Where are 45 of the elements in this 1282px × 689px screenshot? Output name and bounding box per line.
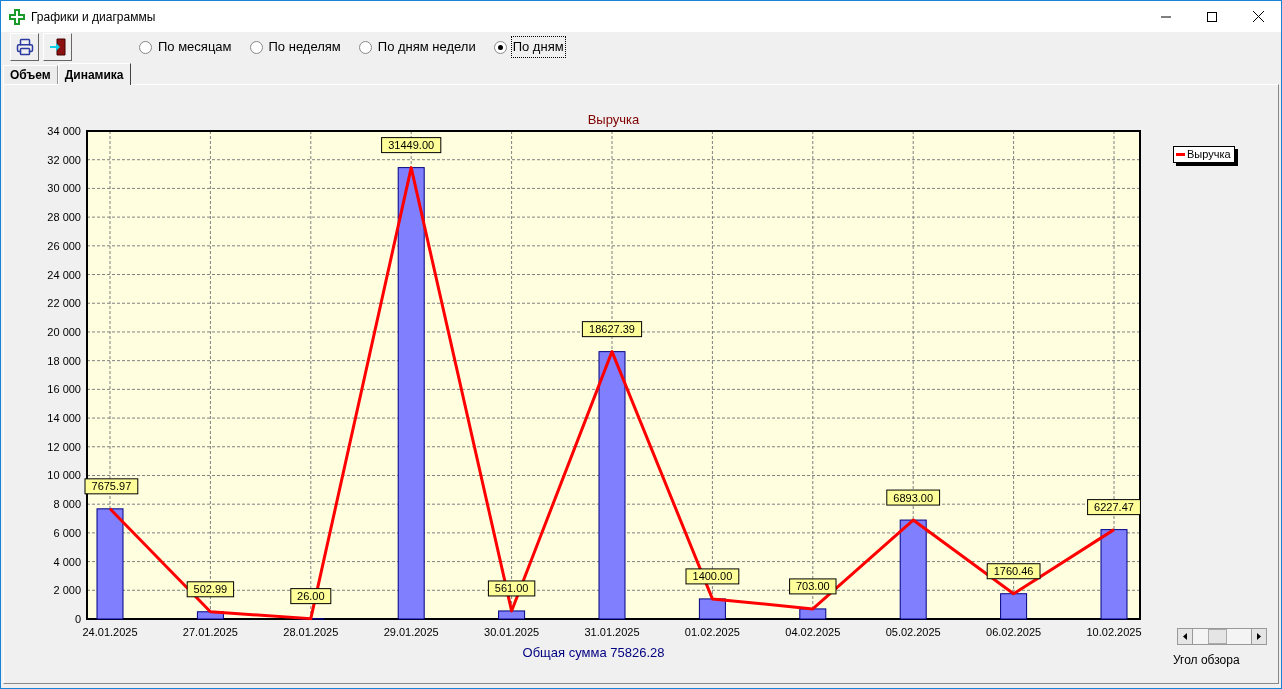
x-tick-label: 10.02.2025 (1086, 626, 1142, 638)
value-label: 561.00 (487, 580, 536, 597)
y-tick-label: 16 000 (47, 383, 81, 396)
y-tick-label: 24 000 (47, 268, 81, 281)
value-label: 6893.00 (886, 489, 941, 506)
x-tick-label: 29.01.2025 (383, 626, 439, 638)
y-tick-label: 8 000 (53, 498, 81, 511)
value-label: 7675.97 (84, 478, 139, 495)
y-tick-label: 26 000 (47, 239, 81, 252)
value-label: 6227.47 (1087, 499, 1141, 516)
y-tick-label: 32 000 (47, 153, 81, 166)
x-tick-label: 06.02.2025 (986, 626, 1042, 638)
value-label: 1400.00 (685, 568, 740, 585)
value-label: 31449.00 (381, 137, 442, 154)
chart-title: Выручка (587, 112, 640, 127)
total-sum: Общая сумма 75826.28 (522, 645, 665, 660)
value-label: 26.00 (290, 588, 332, 605)
y-tick-label: 14 000 (47, 412, 81, 425)
y-tick-label: 30 000 (47, 182, 81, 195)
x-tick-label: 28.01.2025 (283, 626, 339, 638)
value-label: 703.00 (789, 578, 837, 595)
y-tick-label: 34 000 (47, 125, 81, 137)
view-angle-label: Угол обзора (1173, 652, 1241, 669)
value-label: 18627.39 (581, 321, 643, 338)
x-tick-label: 05.02.2025 (885, 626, 941, 638)
value-label: 1760.46 (986, 563, 1041, 580)
y-tick-label: 10 000 (47, 469, 81, 482)
y-tick-label: 28 000 (47, 211, 81, 224)
x-tick-label: 01.02.2025 (684, 626, 740, 638)
x-tick-label: 04.02.2025 (785, 626, 841, 638)
x-tick-label: 27.01.2025 (182, 626, 238, 638)
y-tick-label: 4 000 (53, 555, 81, 568)
y-tick-label: 18 000 (47, 354, 81, 367)
y-tick-label: 6 000 (53, 526, 81, 539)
y-tick-label: 0 (74, 613, 81, 625)
legend-label: Выручка (1187, 147, 1231, 163)
y-tick-label: 12 000 (47, 440, 81, 453)
x-tick-label: 31.01.2025 (584, 626, 640, 638)
y-tick-label: 22 000 (47, 297, 81, 310)
window-title: Графики и диаграммы (31, 8, 156, 26)
y-tick-label: 2 000 (53, 584, 81, 597)
x-tick-label: 30.01.2025 (484, 626, 540, 638)
value-label: 502.99 (186, 581, 235, 598)
y-tick-label: 20 000 (47, 325, 81, 338)
x-tick-label: 24.01.2025 (82, 626, 138, 638)
